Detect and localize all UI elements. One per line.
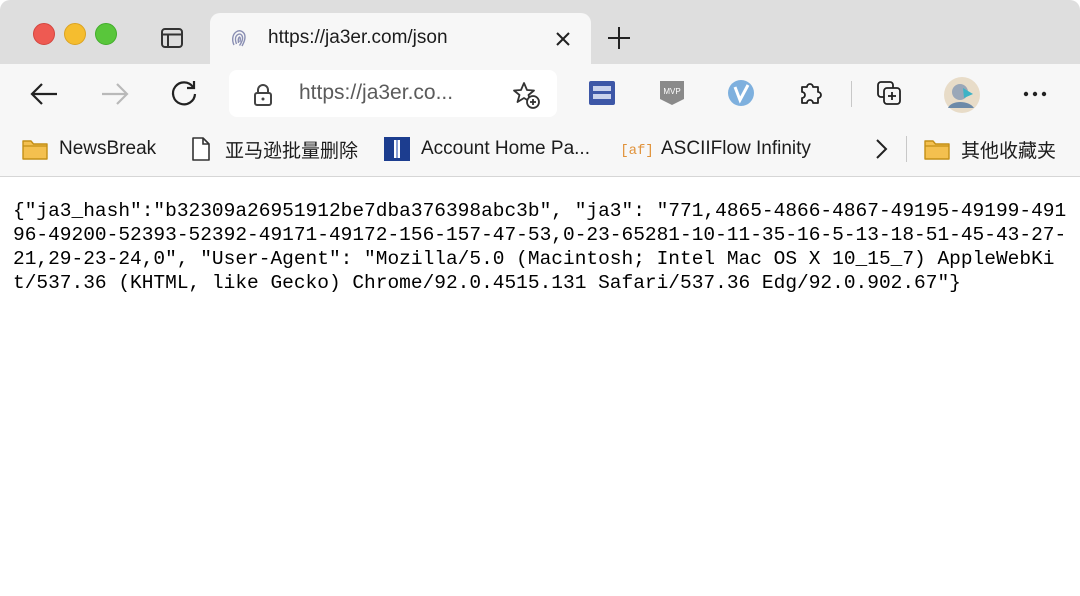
toolbar-separator (851, 81, 852, 107)
bookmarks-separator (906, 136, 907, 162)
profile-avatar[interactable] (943, 76, 981, 114)
folder-icon (923, 136, 951, 162)
vimium-extension-icon[interactable] (727, 79, 757, 109)
bookmark-account-home[interactable]: Account Home Pa... (383, 134, 590, 164)
tab-title: https://ja3er.com/json (268, 27, 448, 48)
tab-close-icon[interactable] (553, 29, 573, 49)
new-tab-icon[interactable] (606, 25, 632, 51)
address-bar[interactable]: https://ja3er.co... (229, 70, 557, 117)
bookmarks-bar: NewsBreak 亚马逊批量删除 Account Home Pa... af … (0, 124, 1080, 177)
bookmark-label: Account Home Pa... (421, 138, 590, 159)
refresh-icon[interactable] (169, 79, 199, 109)
window-maximize-button[interactable] (95, 23, 117, 45)
window-close-button[interactable] (33, 23, 55, 45)
reader-extension-icon[interactable] (588, 79, 618, 109)
browser-window: https://ja3er.com/json https://ja3er.co.… (0, 0, 1080, 596)
add-favorite-icon[interactable] (511, 80, 541, 110)
tab-active[interactable]: https://ja3er.com/json (210, 13, 591, 64)
json-response-text: {"ja3_hash":"b32309a26951912be7dba376398… (13, 200, 1067, 294)
page-icon (187, 136, 215, 162)
fingerprint-icon (230, 28, 248, 48)
tab-actions-icon[interactable] (160, 26, 184, 50)
back-icon[interactable] (29, 79, 59, 109)
collections-icon[interactable] (875, 79, 905, 109)
svg-text:[af]: [af] (623, 143, 651, 159)
extensions-puzzle-icon[interactable] (797, 79, 827, 109)
asciiflow-icon: [af] (623, 136, 651, 162)
bookmark-other-favorites[interactable]: 其他收藏夹 (923, 134, 1056, 164)
lock-icon[interactable] (252, 83, 274, 107)
bookmark-label: 其他收藏夹 (961, 140, 1057, 162)
mvp-extension-icon[interactable]: MVP (658, 79, 688, 109)
bookmark-newsbreak[interactable]: NewsBreak (21, 134, 156, 164)
bookmark-asciiflow[interactable]: [af] ASCIIFlow Infinity (623, 134, 811, 164)
page-content: {"ja3_hash":"b32309a26951912be7dba376398… (0, 177, 1080, 596)
forward-icon[interactable] (100, 79, 130, 109)
bookmark-amazon-delete[interactable]: 亚马逊批量删除 (187, 134, 358, 164)
window-minimize-button[interactable] (64, 23, 86, 45)
chevron-right-icon[interactable] (868, 136, 894, 162)
account-bookmark-icon (383, 136, 411, 162)
bookmark-label: NewsBreak (59, 138, 157, 159)
address-url-text: https://ja3er.co... (299, 81, 454, 104)
bookmark-label: 亚马逊批量删除 (225, 140, 359, 162)
folder-icon (21, 136, 49, 162)
tab-strip: https://ja3er.com/json (0, 0, 1080, 64)
svg-text:MVP: MVP (663, 87, 680, 96)
toolbar: https://ja3er.co... MVP (0, 64, 1080, 124)
more-options-icon[interactable] (1021, 79, 1051, 109)
bookmark-label: ASCIIFlow Infinity (661, 138, 811, 159)
